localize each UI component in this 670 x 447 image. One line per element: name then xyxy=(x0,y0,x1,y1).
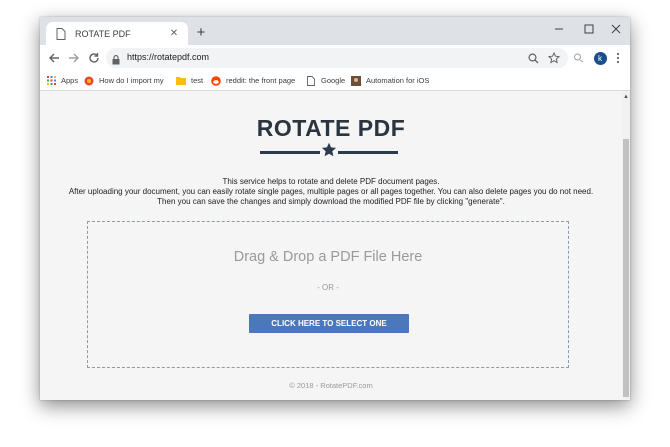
folder-icon xyxy=(176,76,186,86)
description-line-2: After uploading your document, you can e… xyxy=(68,187,594,196)
tab-strip: ROTATE PDF ✕ + xyxy=(40,17,630,45)
bookmark-automation[interactable]: Automation for iOS xyxy=(351,74,437,87)
close-tab-icon[interactable]: ✕ xyxy=(167,27,181,41)
bookmark-label: Google xyxy=(321,76,346,85)
new-tab-button[interactable]: + xyxy=(192,23,210,41)
tab-title: ROTATE PDF xyxy=(75,28,131,39)
bookmark-label: Apps xyxy=(61,76,79,85)
or-separator: - OR - xyxy=(317,283,339,292)
page-content: ROTATE PDF This service helps to rotate … xyxy=(40,91,622,400)
description-line-3: Then you can save the changes and simply… xyxy=(157,197,505,206)
bookmark-label: reddit: the front page xyxy=(226,76,296,85)
vertical-scrollbar[interactable]: ▲ xyxy=(622,91,630,400)
avatar: k xyxy=(593,51,607,65)
select-file-button[interactable]: CLICK HERE TO SELECT ONE xyxy=(249,314,409,333)
menu-kebab-icon[interactable] xyxy=(609,49,627,67)
bookmarks-bar: Apps How do I import my test reddit: the… xyxy=(40,71,630,91)
profile-avatar[interactable]: k xyxy=(591,49,609,67)
site-favicon-icon xyxy=(351,75,361,86)
address-bar[interactable]: https://rotatepdf.com xyxy=(106,48,568,68)
maximize-button[interactable] xyxy=(575,17,603,41)
bookmark-star-icon[interactable] xyxy=(547,51,561,65)
page-title: ROTATE PDF xyxy=(256,115,406,141)
bookmark-label: test xyxy=(191,76,204,85)
zoom-icon[interactable] xyxy=(526,51,540,65)
back-button[interactable] xyxy=(45,49,63,67)
page-icon xyxy=(306,75,316,86)
browser-window: ROTATE PDF ✕ + https://rotatepdf.com k A… xyxy=(40,17,630,400)
footer-copyright: © 2018 - RotatePDF.com xyxy=(289,381,373,390)
drop-zone-title: Drag & Drop a PDF File Here xyxy=(233,249,423,265)
lock-icon xyxy=(112,52,120,70)
browser-tab[interactable]: ROTATE PDF ✕ xyxy=(46,22,188,45)
star-icon xyxy=(321,142,337,157)
divider-line-right xyxy=(338,151,398,154)
site-favicon-icon xyxy=(84,76,94,86)
reload-button[interactable] xyxy=(85,49,103,67)
divider-line-left xyxy=(260,151,320,154)
bookmark-apps[interactable]: Apps xyxy=(46,74,78,87)
scroll-up-arrow-icon[interactable]: ▲ xyxy=(622,93,630,101)
url-text: https://rotatepdf.com xyxy=(127,52,210,62)
description-line-1: This service helps to rotate and delete … xyxy=(222,177,440,186)
browser-toolbar: https://rotatepdf.com k xyxy=(40,45,630,71)
scroll-thumb[interactable] xyxy=(623,139,629,397)
bookmark-reddit[interactable]: reddit: the front page xyxy=(211,74,301,87)
bookmark-test[interactable]: test xyxy=(176,74,203,87)
extension-icon[interactable] xyxy=(570,49,588,67)
close-window-button[interactable] xyxy=(602,17,630,41)
forward-button[interactable] xyxy=(65,49,83,67)
minimize-button[interactable] xyxy=(545,17,573,41)
apps-grid-icon xyxy=(46,76,56,86)
bookmark-label: How do I import my xyxy=(99,76,164,85)
reddit-icon xyxy=(211,75,221,86)
pdf-drop-zone[interactable]: Drag & Drop a PDF File Here - OR - CLICK… xyxy=(87,221,569,368)
bookmark-google[interactable]: Google xyxy=(306,74,345,87)
bookmark-label: Automation for iOS xyxy=(366,76,430,85)
page-icon xyxy=(55,27,67,40)
